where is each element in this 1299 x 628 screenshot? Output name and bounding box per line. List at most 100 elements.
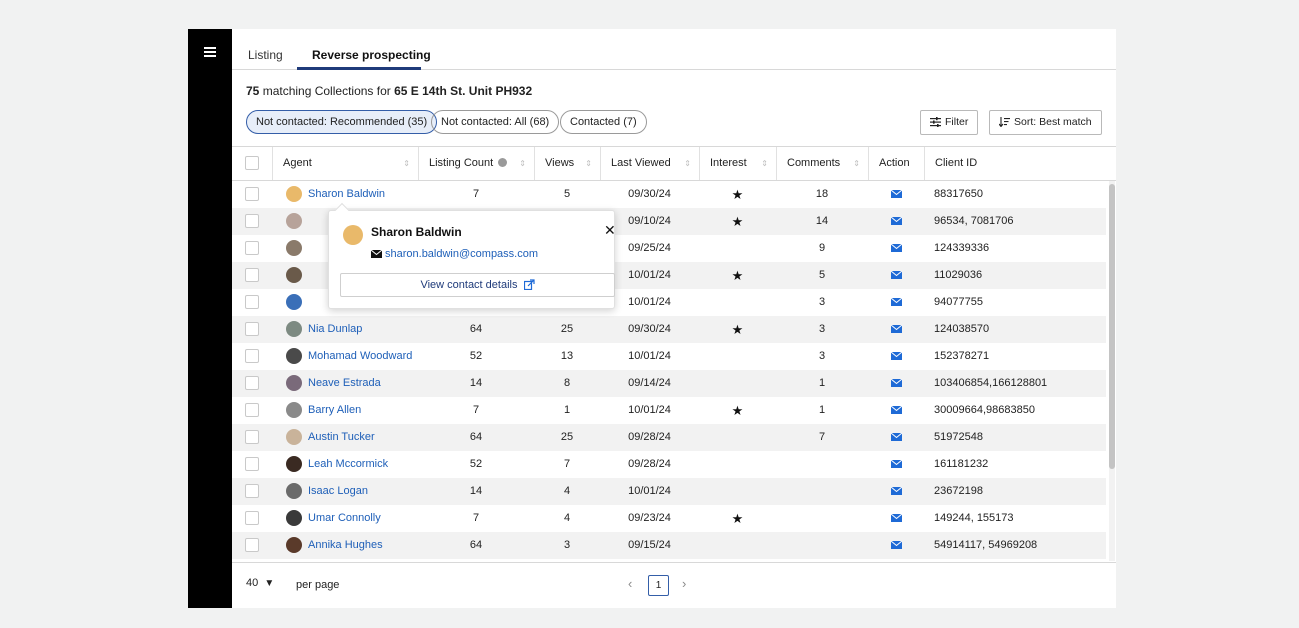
listing-count-cell: 52 <box>469 350 483 362</box>
sort-arrows-icon[interactable]: ⇕ <box>684 147 691 180</box>
mail-icon[interactable] <box>868 370 924 397</box>
comments-cell: 7 <box>818 431 826 443</box>
last-viewed-cell: 09/28/24 <box>628 431 671 443</box>
agent-name-link[interactable]: Austin Tucker <box>308 424 375 451</box>
select-all-checkbox[interactable] <box>245 156 259 170</box>
views-cell: 3 <box>563 539 571 551</box>
vertical-scrollbar[interactable] <box>1109 181 1115 561</box>
mail-icon[interactable] <box>868 343 924 370</box>
agent-name-link[interactable]: Neave Estrada <box>308 370 381 397</box>
column-label: Agent <box>283 157 312 169</box>
per-page-select[interactable]: 40 ▼ <box>246 577 274 589</box>
chip-not-contacted-all[interactable]: Not contacted: All (68) <box>431 110 560 134</box>
column-header-listing-count[interactable]: Listing Count ⇕ <box>418 147 534 180</box>
sliders-icon <box>930 117 941 127</box>
view-contact-details-button[interactable]: View contact details <box>340 273 615 297</box>
row-checkbox[interactable] <box>245 538 259 552</box>
agent-name-link[interactable]: Umar Connolly <box>308 505 381 532</box>
chevron-left-icon[interactable]: ‹ <box>628 576 632 591</box>
client-id-cell: 54914117, 54969208 <box>934 539 1038 551</box>
scrollbar-thumb[interactable] <box>1109 184 1115 469</box>
row-checkbox[interactable] <box>245 403 259 417</box>
column-header-agent[interactable]: Agent ⇕ <box>272 147 418 180</box>
table-row[interactable]: Annika Hughes 64 3 09/15/24 54914117, 549692… <box>232 532 1106 559</box>
mail-icon[interactable] <box>868 208 924 235</box>
hamburger-icon[interactable] <box>204 47 216 57</box>
mail-icon[interactable] <box>868 289 924 316</box>
mail-icon[interactable] <box>868 397 924 424</box>
mail-icon[interactable] <box>868 478 924 505</box>
mail-icon[interactable] <box>868 424 924 451</box>
row-checkbox[interactable] <box>245 457 259 471</box>
table-row[interactable]: Umar Connolly 7 4 09/23/24 ★ 149244, 155173 <box>232 505 1106 532</box>
agent-name-link[interactable]: Barry Allen <box>308 397 361 424</box>
close-icon[interactable]: ✕ <box>604 222 616 239</box>
table-row[interactable]: Barry Allen 7 1 10/01/24 ★ 1 30009664,98683850 <box>232 397 1106 424</box>
popover-agent-name: Sharon Baldwin <box>371 225 462 239</box>
comments-cell <box>776 451 868 478</box>
info-icon[interactable] <box>498 158 508 167</box>
mail-icon[interactable] <box>868 181 924 208</box>
sort-arrows-icon[interactable]: ⇕ <box>761 147 768 180</box>
sort-arrows-icon[interactable]: ⇕ <box>585 147 592 180</box>
table-row[interactable]: Leah Mccormick 52 7 09/28/24 161181232 <box>232 451 1106 478</box>
table-row[interactable]: Neave Estrada 14 8 09/14/24 1 103406854,16612… <box>232 370 1106 397</box>
mail-icon[interactable] <box>868 532 924 559</box>
row-checkbox[interactable] <box>245 322 259 336</box>
row-checkbox[interactable] <box>245 241 259 255</box>
star-icon: ★ <box>731 214 744 229</box>
mail-icon[interactable] <box>868 235 924 262</box>
mail-icon[interactable] <box>868 505 924 532</box>
popover-email-link[interactable]: sharon.baldwin@compass.com <box>370 248 538 260</box>
table-row[interactable]: Nia Dunlap 64 25 09/30/24 ★ 3 124038570 <box>232 316 1106 343</box>
mail-icon[interactable] <box>868 451 924 478</box>
column-header-last-viewed[interactable]: Last Viewed ⇕ <box>600 147 699 180</box>
table-row[interactable]: Mohamad Woodward 52 13 10/01/24 3 152378271 <box>232 343 1106 370</box>
sort-arrows-icon[interactable]: ⇕ <box>853 147 860 180</box>
row-checkbox[interactable] <box>245 268 259 282</box>
star-icon: ★ <box>731 511 744 526</box>
tab-reverse-prospecting[interactable]: Reverse prospecting <box>312 48 431 62</box>
comments-cell: 1 <box>818 404 826 416</box>
row-checkbox[interactable] <box>245 187 259 201</box>
last-viewed-cell: 09/14/24 <box>628 377 671 389</box>
tab-listing[interactable]: Listing <box>248 48 283 62</box>
mail-icon[interactable] <box>868 262 924 289</box>
listing-count-cell: 14 <box>469 377 483 389</box>
agent-name-link[interactable]: Sharon Baldwin <box>308 181 385 208</box>
listing-count-cell: 64 <box>469 539 483 551</box>
table-row[interactable]: Sharon Baldwin 7 5 09/30/24 ★ 18 88317650 <box>232 181 1106 208</box>
column-header-views[interactable]: Views ⇕ <box>534 147 600 180</box>
agent-name-link[interactable]: Nia Dunlap <box>308 316 362 343</box>
table-row[interactable]: Austin Tucker 64 25 09/28/24 7 51972548 <box>232 424 1106 451</box>
filter-button[interactable]: Filter <box>920 110 979 135</box>
client-id-cell: 88317650 <box>934 188 983 200</box>
column-header-comments[interactable]: Comments ⇕ <box>776 147 868 180</box>
column-label: Interest <box>710 157 747 169</box>
column-header-interest[interactable]: Interest ⇕ <box>699 147 776 180</box>
row-checkbox[interactable] <box>245 511 259 525</box>
mail-icon[interactable] <box>868 316 924 343</box>
client-id-cell: 51972548 <box>934 431 983 443</box>
table-row[interactable]: Isaac Logan 14 4 10/01/24 23672198 <box>232 478 1106 505</box>
row-checkbox[interactable] <box>245 214 259 228</box>
agent-name-link[interactable]: Leah Mccormick <box>308 451 388 478</box>
sort-arrows-icon[interactable]: ⇕ <box>519 147 526 180</box>
row-checkbox[interactable] <box>245 484 259 498</box>
agent-name-link[interactable]: Annika Hughes <box>308 532 383 559</box>
client-id-cell: 103406854,166128801 <box>934 377 1048 389</box>
page-number-button[interactable]: 1 <box>648 575 669 596</box>
row-checkbox[interactable] <box>245 295 259 309</box>
sort-arrows-icon[interactable]: ⇕ <box>403 147 410 180</box>
row-checkbox[interactable] <box>245 430 259 444</box>
chip-contacted[interactable]: Contacted (7) <box>560 110 647 134</box>
row-checkbox[interactable] <box>245 349 259 363</box>
client-id-cell: 124339336 <box>934 242 990 254</box>
sort-button[interactable]: Sort: Best match <box>989 110 1102 135</box>
chip-not-contacted-recommended[interactable]: Not contacted: Recommended (35) <box>246 110 438 134</box>
row-checkbox[interactable] <box>245 376 259 390</box>
chevron-right-icon[interactable]: › <box>682 576 686 591</box>
listing-count-cell: 7 <box>472 404 480 416</box>
agent-name-link[interactable]: Mohamad Woodward <box>308 343 412 370</box>
agent-name-link[interactable]: Isaac Logan <box>308 478 368 505</box>
